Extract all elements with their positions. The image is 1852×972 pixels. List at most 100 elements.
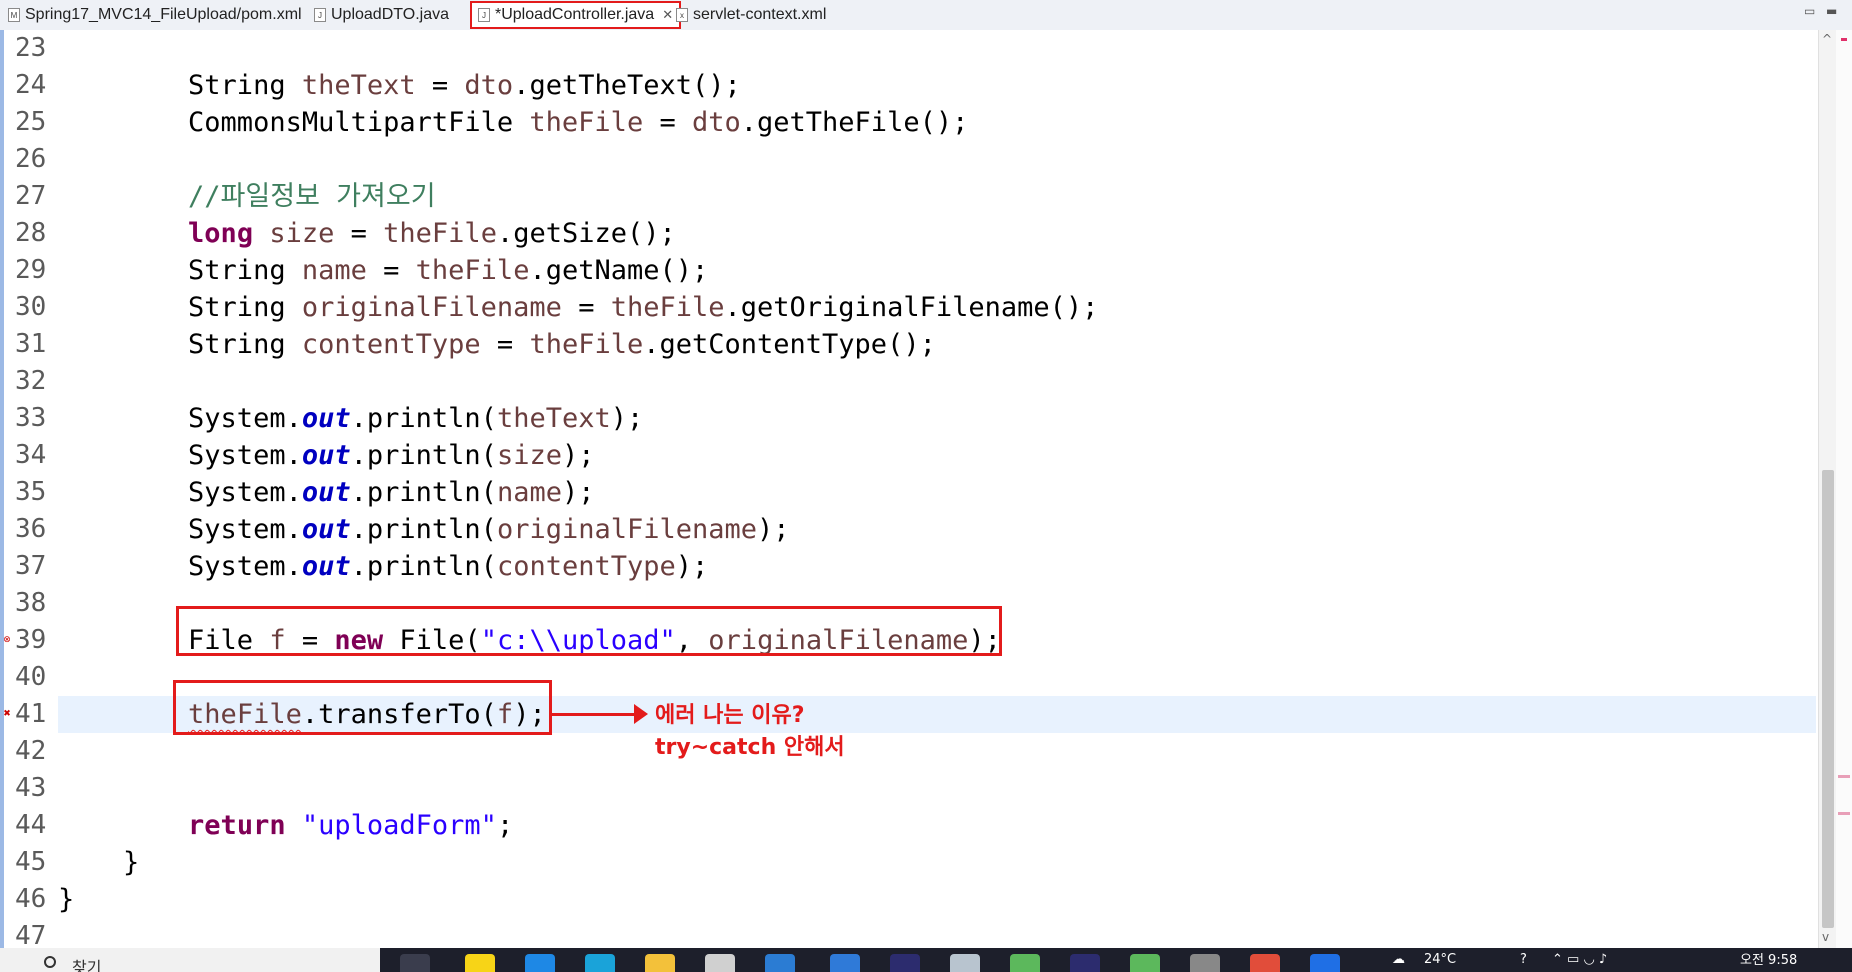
code-line: 33 System.out.println(theText); [0,400,1818,437]
tab-label: *UploadController.java [495,6,655,23]
spring-icon[interactable] [1010,954,1040,972]
close-tab-icon[interactable]: ✕ [662,7,673,23]
app-icon[interactable] [765,954,795,972]
overview-marker[interactable] [1838,812,1850,815]
java-file-icon: J [314,8,326,22]
code-text: long size = theFile.getSize(); [188,218,676,249]
code-text: return "uploadForm"; [188,810,514,841]
highlight-box-line-41 [173,680,552,735]
line-number: 34 [15,440,47,470]
overview-marker[interactable] [1838,775,1850,778]
chrome-icon[interactable] [1250,954,1280,972]
code-line: 46 } [0,881,1818,918]
code-text: } [58,884,75,915]
spring-icon[interactable] [1130,954,1160,972]
line-number: 31 [15,329,47,359]
help-icon[interactable]: ? [1520,952,1527,967]
line-number: 29 [15,255,47,285]
weather-temp[interactable]: 24°C [1424,952,1456,967]
code-line: 25 CommonsMultipartFile theFile = dto.ge… [0,104,1818,141]
line-number: 41 [15,699,47,729]
code-text: System.out.println(size); [58,440,595,471]
code-line: 42 [0,733,1818,770]
line-number: 32 [15,366,47,396]
weather-icon[interactable]: ☁ [1392,952,1405,967]
code-editor[interactable]: 23 24 String theText = dto.getTheText();… [0,30,1818,951]
line-number: 26 [15,144,47,174]
line-number: 23 [15,33,47,63]
line-number: 43 [15,773,47,803]
vertical-scrollbar[interactable]: ^ v [1818,30,1837,948]
code-line: 43 [0,770,1818,807]
code-line: 45 } [0,844,1818,881]
search-icon [44,956,56,968]
tab-label: servlet-context.xml [693,6,827,23]
code-text: String contentType = theFile.getContentT… [58,329,936,360]
code-text: System.out.println(name); [58,477,595,508]
code-line: 29 String name = theFile.getName(); [0,252,1818,289]
settings-icon[interactable] [1190,954,1220,972]
line-number: 25 [15,107,47,137]
line-number: 42 [15,736,47,766]
tray-icons[interactable]: ⌃ ▭ ◡ ♪ [1552,952,1607,967]
code-text: CommonsMultipartFile theFile = dto.getTh… [58,107,969,138]
taskbar-search[interactable]: 찾기 [0,948,380,972]
error-marker-icon[interactable]: ⊗ [2,635,12,645]
line-number: 35 [15,477,47,507]
eclipse-icon[interactable] [1070,954,1100,972]
xml-file-icon: x [676,8,688,22]
tab-pom-xml[interactable]: M Spring17_MVC14_FileUpload/pom.xml [8,2,302,28]
code-line: 31 String contentType = theFile.getConte… [0,326,1818,363]
annotation-question: 에러 나는 이유? [655,703,805,728]
code-line: 28 long size = theFile.getSize(); [0,215,1818,252]
tab-label: Spring17_MVC14_FileUpload/pom.xml [25,6,302,23]
maximize-icon[interactable]: ▬ [1826,4,1837,18]
clock[interactable]: 오전 9:58 [1740,949,1797,968]
line-number: 44 [15,810,47,840]
line-number: 36 [15,514,47,544]
task-view-icon[interactable] [400,954,430,972]
minimize-icon[interactable]: ▭ [1804,4,1815,18]
edge-icon[interactable] [585,954,615,972]
code-line: 37 System.out.println(contentType); [0,548,1818,585]
app-icon[interactable] [1310,954,1340,972]
code-line: 32 [0,363,1818,400]
annotation-answer: try~catch 안해서 [655,735,845,760]
code-text: //파일정보 가져오기 [188,181,436,212]
code-text: System.out.println(originalFilename); [58,514,790,545]
database-icon[interactable] [950,954,980,972]
kakaotalk-icon[interactable] [465,954,495,972]
line-number: 40 [15,662,47,692]
line-number: 38 [15,588,47,618]
code-text: } [58,847,140,878]
tab-uploadcontroller-java[interactable]: J *UploadController.java ✕ [470,1,682,29]
vscode-icon[interactable] [830,954,860,972]
tab-label: UploadDTO.java [331,6,449,23]
file-explorer-icon[interactable] [645,954,675,972]
error-overview-marker[interactable] [1841,38,1847,41]
tab-servlet-context-xml[interactable]: x servlet-context.xml [676,2,826,28]
line-number: 33 [15,403,47,433]
code-text: String name = theFile.getName(); [58,255,709,286]
tab-uploaddto-java[interactable]: J UploadDTO.java [314,2,449,28]
xml-file-icon: M [8,8,20,22]
scroll-up-icon[interactable]: ^ [1822,32,1832,46]
app-icon[interactable] [525,954,555,972]
java-file-icon: J [478,8,490,22]
scroll-down-icon[interactable]: v [1822,930,1829,944]
code-text: String originalFilename = theFile.getOri… [58,292,1099,323]
scrollbar-thumb[interactable] [1822,470,1834,928]
code-line: 34 System.out.println(size); [0,437,1818,474]
line-number: 30 [15,292,47,322]
eclipse-icon[interactable] [890,954,920,972]
overview-ruler[interactable] [1836,30,1852,948]
line-number: 27 [15,181,47,211]
arrow-head-icon [634,704,648,724]
store-icon[interactable] [705,954,735,972]
error-marker-icon[interactable]: ✖ [2,709,12,719]
line-number: 39 [15,625,47,655]
code-text: String theText = dto.getTheText(); [58,70,741,101]
search-input[interactable]: 찾기 [72,954,101,972]
code-line: 35 System.out.println(name); [0,474,1818,511]
code-line: 26 [0,141,1818,178]
